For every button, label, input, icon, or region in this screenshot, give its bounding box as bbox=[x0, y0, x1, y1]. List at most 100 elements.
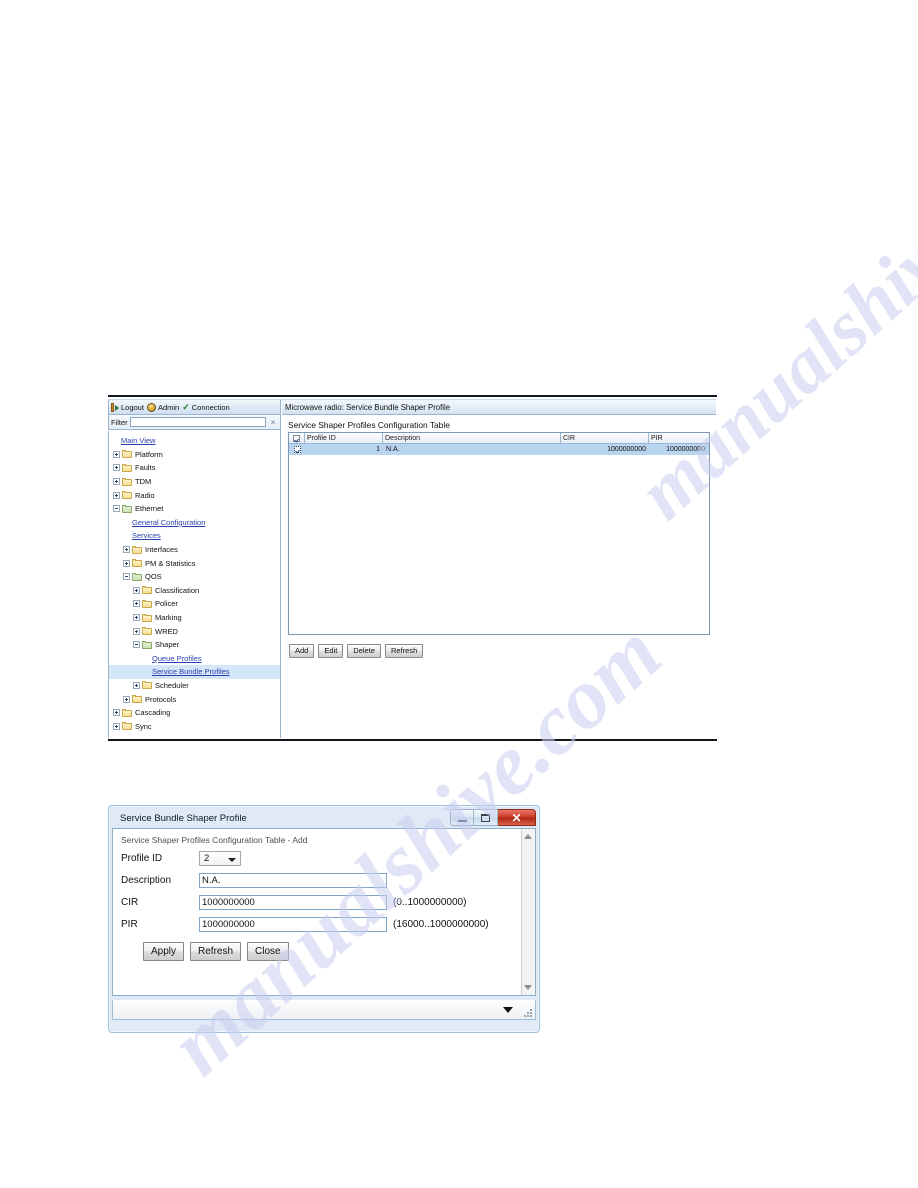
expand-plus-icon[interactable] bbox=[133, 681, 140, 689]
expand-plus-icon[interactable] bbox=[133, 614, 140, 622]
tree-item-marking[interactable]: Marking bbox=[109, 611, 280, 625]
column-header-description[interactable]: Description bbox=[383, 433, 561, 443]
folder-icon bbox=[142, 681, 152, 690]
field-row-pir: PIR (16000..1000000000) bbox=[121, 916, 521, 932]
tree-item-label: Policer bbox=[155, 599, 178, 609]
column-header-profile-id[interactable]: Profile ID bbox=[305, 433, 383, 443]
minimize-button[interactable] bbox=[450, 809, 474, 826]
tree-item-protocols[interactable]: Protocols bbox=[109, 692, 280, 706]
tree-item-service-bundle-profiles[interactable]: Service Bundle Profiles bbox=[109, 665, 280, 679]
tree-item-label[interactable]: Queue Profiles bbox=[152, 654, 202, 663]
expand-plus-icon[interactable] bbox=[113, 491, 120, 499]
expand-plus-icon[interactable] bbox=[113, 722, 120, 730]
expand-plus-icon[interactable] bbox=[113, 450, 120, 458]
column-header-pir[interactable]: PIR bbox=[649, 433, 709, 443]
table-row[interactable]: 1 N.A. 1000000000 1000000000 bbox=[289, 444, 709, 455]
expand-plus-icon[interactable] bbox=[133, 600, 140, 608]
select-all-checkbox[interactable] bbox=[293, 434, 300, 442]
close-button[interactable]: ✕ bbox=[498, 809, 536, 826]
clear-filter-icon[interactable]: × bbox=[268, 418, 278, 427]
dialog-form: Service Shaper Profiles Configuration Ta… bbox=[113, 829, 521, 995]
folder-open-icon bbox=[142, 640, 152, 649]
expand-plus-icon[interactable] bbox=[123, 695, 130, 703]
scroll-up-icon[interactable] bbox=[524, 834, 532, 839]
collapse-minus-icon[interactable] bbox=[133, 641, 140, 649]
scroll-down-icon[interactable] bbox=[524, 985, 532, 990]
expand-plus-icon[interactable] bbox=[113, 464, 120, 472]
tree-item-policer[interactable]: Policer bbox=[109, 597, 280, 611]
tree-item-shaper[interactable]: Shaper bbox=[109, 638, 280, 652]
tree-item-label: Cascading bbox=[135, 708, 171, 718]
apply-button[interactable]: Apply bbox=[143, 942, 185, 961]
description-label: Description bbox=[121, 874, 172, 886]
tree-item-sync[interactable]: Sync bbox=[109, 719, 280, 733]
expand-plus-icon[interactable] bbox=[113, 709, 120, 717]
connection-button[interactable]: ✓ Connection bbox=[182, 401, 230, 412]
tree-item-tdm[interactable]: TDM bbox=[109, 475, 280, 489]
dialog-vertical-scrollbar[interactable] bbox=[521, 829, 535, 995]
tree-item-label[interactable]: Services bbox=[132, 531, 161, 540]
tree-item-scheduler[interactable]: Scheduler bbox=[109, 679, 280, 693]
filter-input[interactable] bbox=[129, 417, 266, 427]
tree-item-pm-statistics[interactable]: PM & Statistics bbox=[109, 556, 280, 570]
tree-item-classification[interactable]: Classification bbox=[109, 584, 280, 598]
check-icon: ✓ bbox=[182, 401, 190, 412]
row-select-cell[interactable] bbox=[289, 446, 305, 453]
folder-icon bbox=[122, 450, 132, 459]
tree-item-label: TDM bbox=[135, 477, 152, 487]
expand-plus-icon[interactable] bbox=[123, 559, 130, 567]
content-breadcrumb: Microwave radio: Service Bundle Shaper P… bbox=[282, 399, 716, 415]
tree-item-main-view[interactable]: Main View bbox=[109, 434, 280, 448]
collapse-minus-icon[interactable] bbox=[123, 573, 130, 581]
tree-item-label[interactable]: General Configuration bbox=[132, 518, 205, 527]
dialog-close-button[interactable]: Close bbox=[247, 942, 289, 961]
tree-item-general-configuration[interactable]: General Configuration bbox=[109, 516, 280, 530]
tree-item-wred[interactable]: WRED bbox=[109, 624, 280, 638]
expand-plus-icon[interactable] bbox=[123, 546, 130, 554]
folder-open-icon bbox=[122, 504, 132, 513]
row-checkbox[interactable] bbox=[293, 446, 301, 453]
dialog-title: Service Bundle Shaper Profile bbox=[120, 813, 247, 824]
expand-plus-icon[interactable] bbox=[133, 586, 140, 594]
profile-id-select[interactable]: 2 bbox=[199, 850, 241, 866]
tree-link-label[interactable]: Main View bbox=[121, 436, 155, 445]
description-input[interactable] bbox=[199, 872, 387, 888]
refresh-button[interactable]: Refresh bbox=[384, 644, 424, 658]
column-header-select-all[interactable] bbox=[289, 433, 305, 443]
logout-label: Logout bbox=[121, 402, 144, 412]
tree-item-ethernet[interactable]: Ethernet bbox=[109, 502, 280, 516]
tree-item-faults[interactable]: Faults bbox=[109, 461, 280, 475]
tree-item-queue-profiles[interactable]: Queue Profiles bbox=[109, 652, 280, 666]
collapse-minus-icon[interactable] bbox=[113, 505, 120, 513]
tree-item-platform[interactable]: Platform bbox=[109, 448, 280, 462]
column-header-cir[interactable]: CIR bbox=[561, 433, 649, 443]
tree-item-label[interactable]: Service Bundle Profiles bbox=[152, 667, 230, 676]
edit-button[interactable]: Edit bbox=[318, 644, 344, 658]
dialog-titlebar[interactable]: Service Bundle Shaper Profile ✕ bbox=[112, 809, 536, 828]
profile-id-value: 2 bbox=[204, 852, 210, 864]
tree-item-interfaces[interactable]: Interfaces bbox=[109, 543, 280, 557]
expand-plus-icon[interactable] bbox=[113, 478, 120, 486]
admin-button[interactable]: Admin bbox=[146, 402, 179, 412]
pir-input[interactable] bbox=[199, 916, 387, 932]
cir-input[interactable] bbox=[199, 894, 387, 910]
folder-icon bbox=[132, 545, 142, 554]
tree-item-cascading[interactable]: Cascading bbox=[109, 706, 280, 720]
tree-item-services[interactable]: Services bbox=[109, 529, 280, 543]
close-icon: ✕ bbox=[511, 810, 522, 825]
add-button[interactable]: Add bbox=[289, 644, 315, 658]
delete-button[interactable]: Delete bbox=[347, 644, 381, 658]
field-row-profile-id: Profile ID 2 bbox=[121, 850, 521, 866]
folder-icon bbox=[122, 722, 132, 731]
logout-button[interactable]: Logout bbox=[111, 402, 144, 412]
tree-item-qos[interactable]: QOS bbox=[109, 570, 280, 584]
resize-grip-icon[interactable] bbox=[523, 1008, 532, 1017]
statusbar-chevron-down-icon[interactable] bbox=[503, 1007, 513, 1013]
dialog-refresh-button[interactable]: Refresh bbox=[190, 942, 242, 961]
maximize-button[interactable] bbox=[474, 809, 498, 826]
expand-plus-icon[interactable] bbox=[133, 627, 140, 635]
tree-item-label: Interfaces bbox=[145, 545, 178, 555]
tree-item-radio[interactable]: Radio bbox=[109, 488, 280, 502]
